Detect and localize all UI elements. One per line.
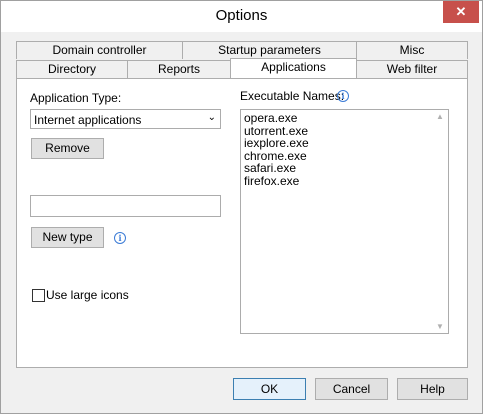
scroll-down-icon[interactable]: ▼ <box>436 322 444 331</box>
tab-domain-controller[interactable]: Domain controller <box>16 41 183 59</box>
use-large-icons-label: Use large icons <box>46 288 129 302</box>
help-button[interactable]: Help <box>397 378 468 400</box>
tab-misc[interactable]: Misc <box>356 41 468 59</box>
use-large-icons-checkbox[interactable] <box>32 289 45 302</box>
info-icon[interactable]: i <box>337 90 349 102</box>
application-type-select[interactable]: Internet applications ⌄ <box>30 109 221 129</box>
list-item: opera.exe <box>244 111 298 125</box>
vertical-scrollbar[interactable]: ▲ ▼ <box>432 110 448 333</box>
window-title: Options <box>215 7 268 24</box>
remove-button[interactable]: Remove <box>31 138 104 159</box>
cancel-button[interactable]: Cancel <box>315 378 388 400</box>
tab-directory[interactable]: Directory <box>16 60 128 78</box>
new-type-button[interactable]: New type <box>31 227 104 248</box>
info-icon[interactable]: i <box>114 232 126 244</box>
application-type-value: Internet applications <box>34 113 142 127</box>
list-item: iexplore.exe <box>244 136 309 150</box>
executable-names-textarea[interactable]: opera.exe utorrent.exe iexplore.exe chro… <box>240 109 449 334</box>
tab-reports[interactable]: Reports <box>127 60 231 78</box>
new-type-input[interactable] <box>30 195 221 217</box>
title-bar: Options ✕ <box>1 1 482 33</box>
ok-button[interactable]: OK <box>233 378 306 400</box>
list-item: firefox.exe <box>244 173 300 188</box>
executable-names-list: opera.exe utorrent.exe iexplore.exe chro… <box>244 112 309 187</box>
tab-applications[interactable]: Applications <box>230 58 357 78</box>
application-type-label: Application Type: <box>30 91 122 105</box>
applications-panel: Application Type: Internet applications … <box>16 78 468 368</box>
tab-web-filter[interactable]: Web filter <box>356 60 468 78</box>
executable-names-label: Executable Names: <box>240 89 345 103</box>
options-dialog: Options ✕ Domain controller Startup para… <box>0 0 483 414</box>
scroll-up-icon[interactable]: ▲ <box>436 112 444 121</box>
list-item: safari.exe <box>244 161 297 175</box>
tab-startup-parameters[interactable]: Startup parameters <box>182 41 357 59</box>
chevron-down-icon: ⌄ <box>207 112 216 123</box>
close-icon[interactable]: ✕ <box>443 1 479 23</box>
